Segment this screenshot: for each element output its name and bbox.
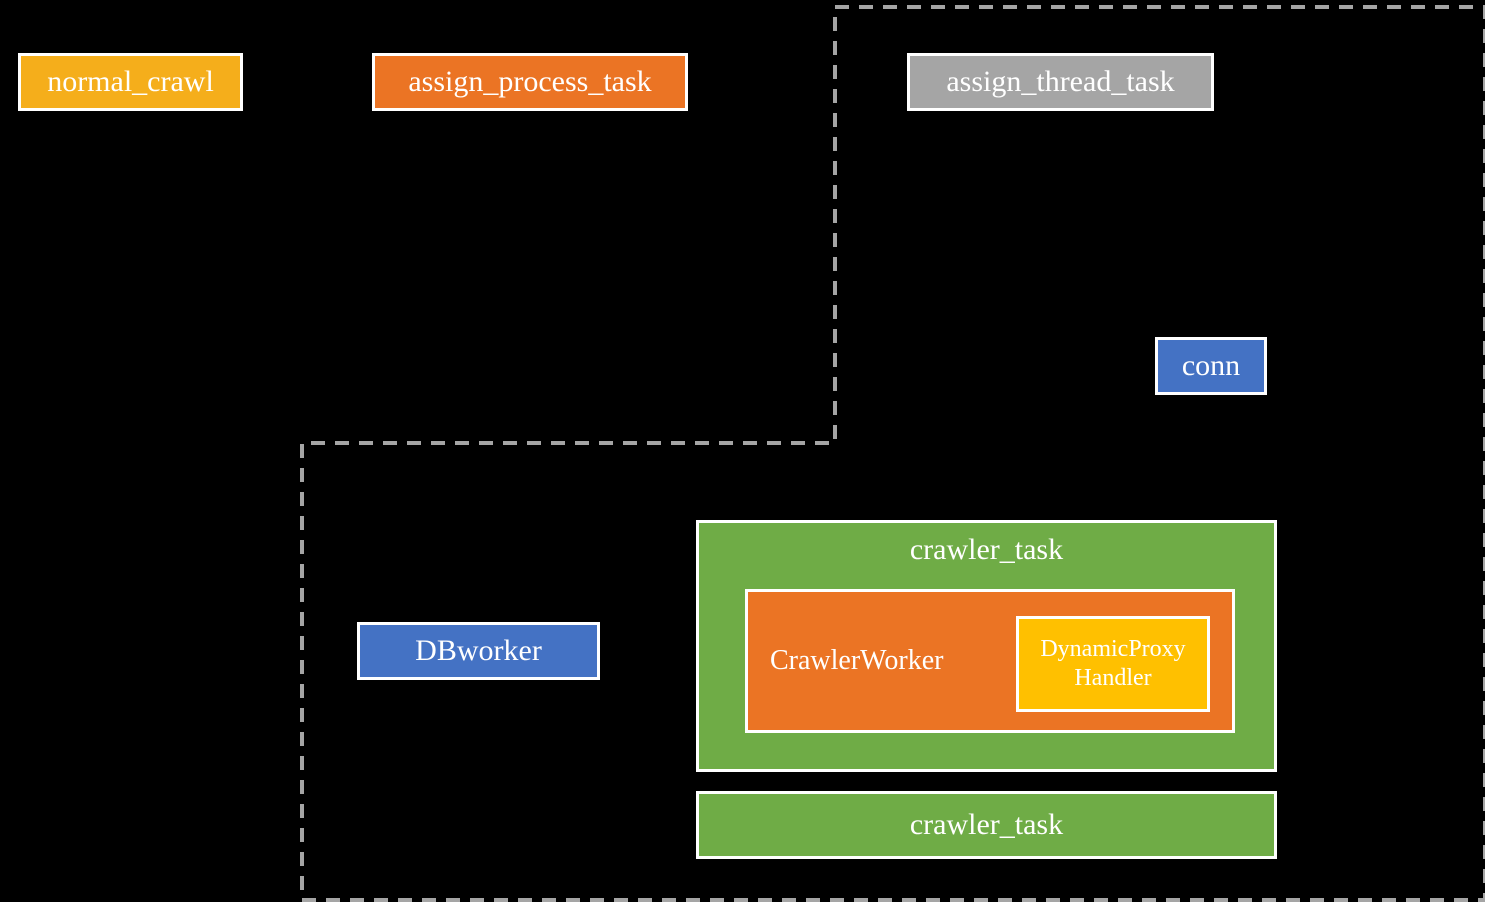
crawler-worker-box: CrawlerWorker DynamicProxy Handler (745, 589, 1235, 733)
assign-thread-task-box: assign_thread_task (907, 53, 1214, 111)
conn-label: conn (1182, 349, 1240, 383)
dynamic-proxy-line1: DynamicProxy (1040, 636, 1185, 662)
normal-crawl-label: normal_crawl (47, 65, 214, 99)
normal-crawl-box: normal_crawl (18, 53, 243, 111)
dbworker-label: DBworker (415, 634, 542, 668)
crawler-task-1-box: crawler_task CrawlerWorker DynamicProxy … (696, 520, 1277, 772)
dynamic-proxy-line2: Handler (1074, 665, 1151, 691)
crawler-task-2-label: crawler_task (910, 808, 1063, 842)
crawler-task-1-title: crawler_task (699, 523, 1274, 575)
crawler-task-2-box: crawler_task (696, 791, 1277, 859)
dynamic-proxy-box: DynamicProxy Handler (1016, 616, 1210, 712)
assign-thread-task-label: assign_thread_task (946, 65, 1174, 99)
conn-box: conn (1155, 337, 1267, 395)
assign-process-task-label: assign_process_task (408, 65, 651, 99)
dbworker-box: DBworker (357, 622, 600, 680)
assign-process-task-box: assign_process_task (372, 53, 688, 111)
